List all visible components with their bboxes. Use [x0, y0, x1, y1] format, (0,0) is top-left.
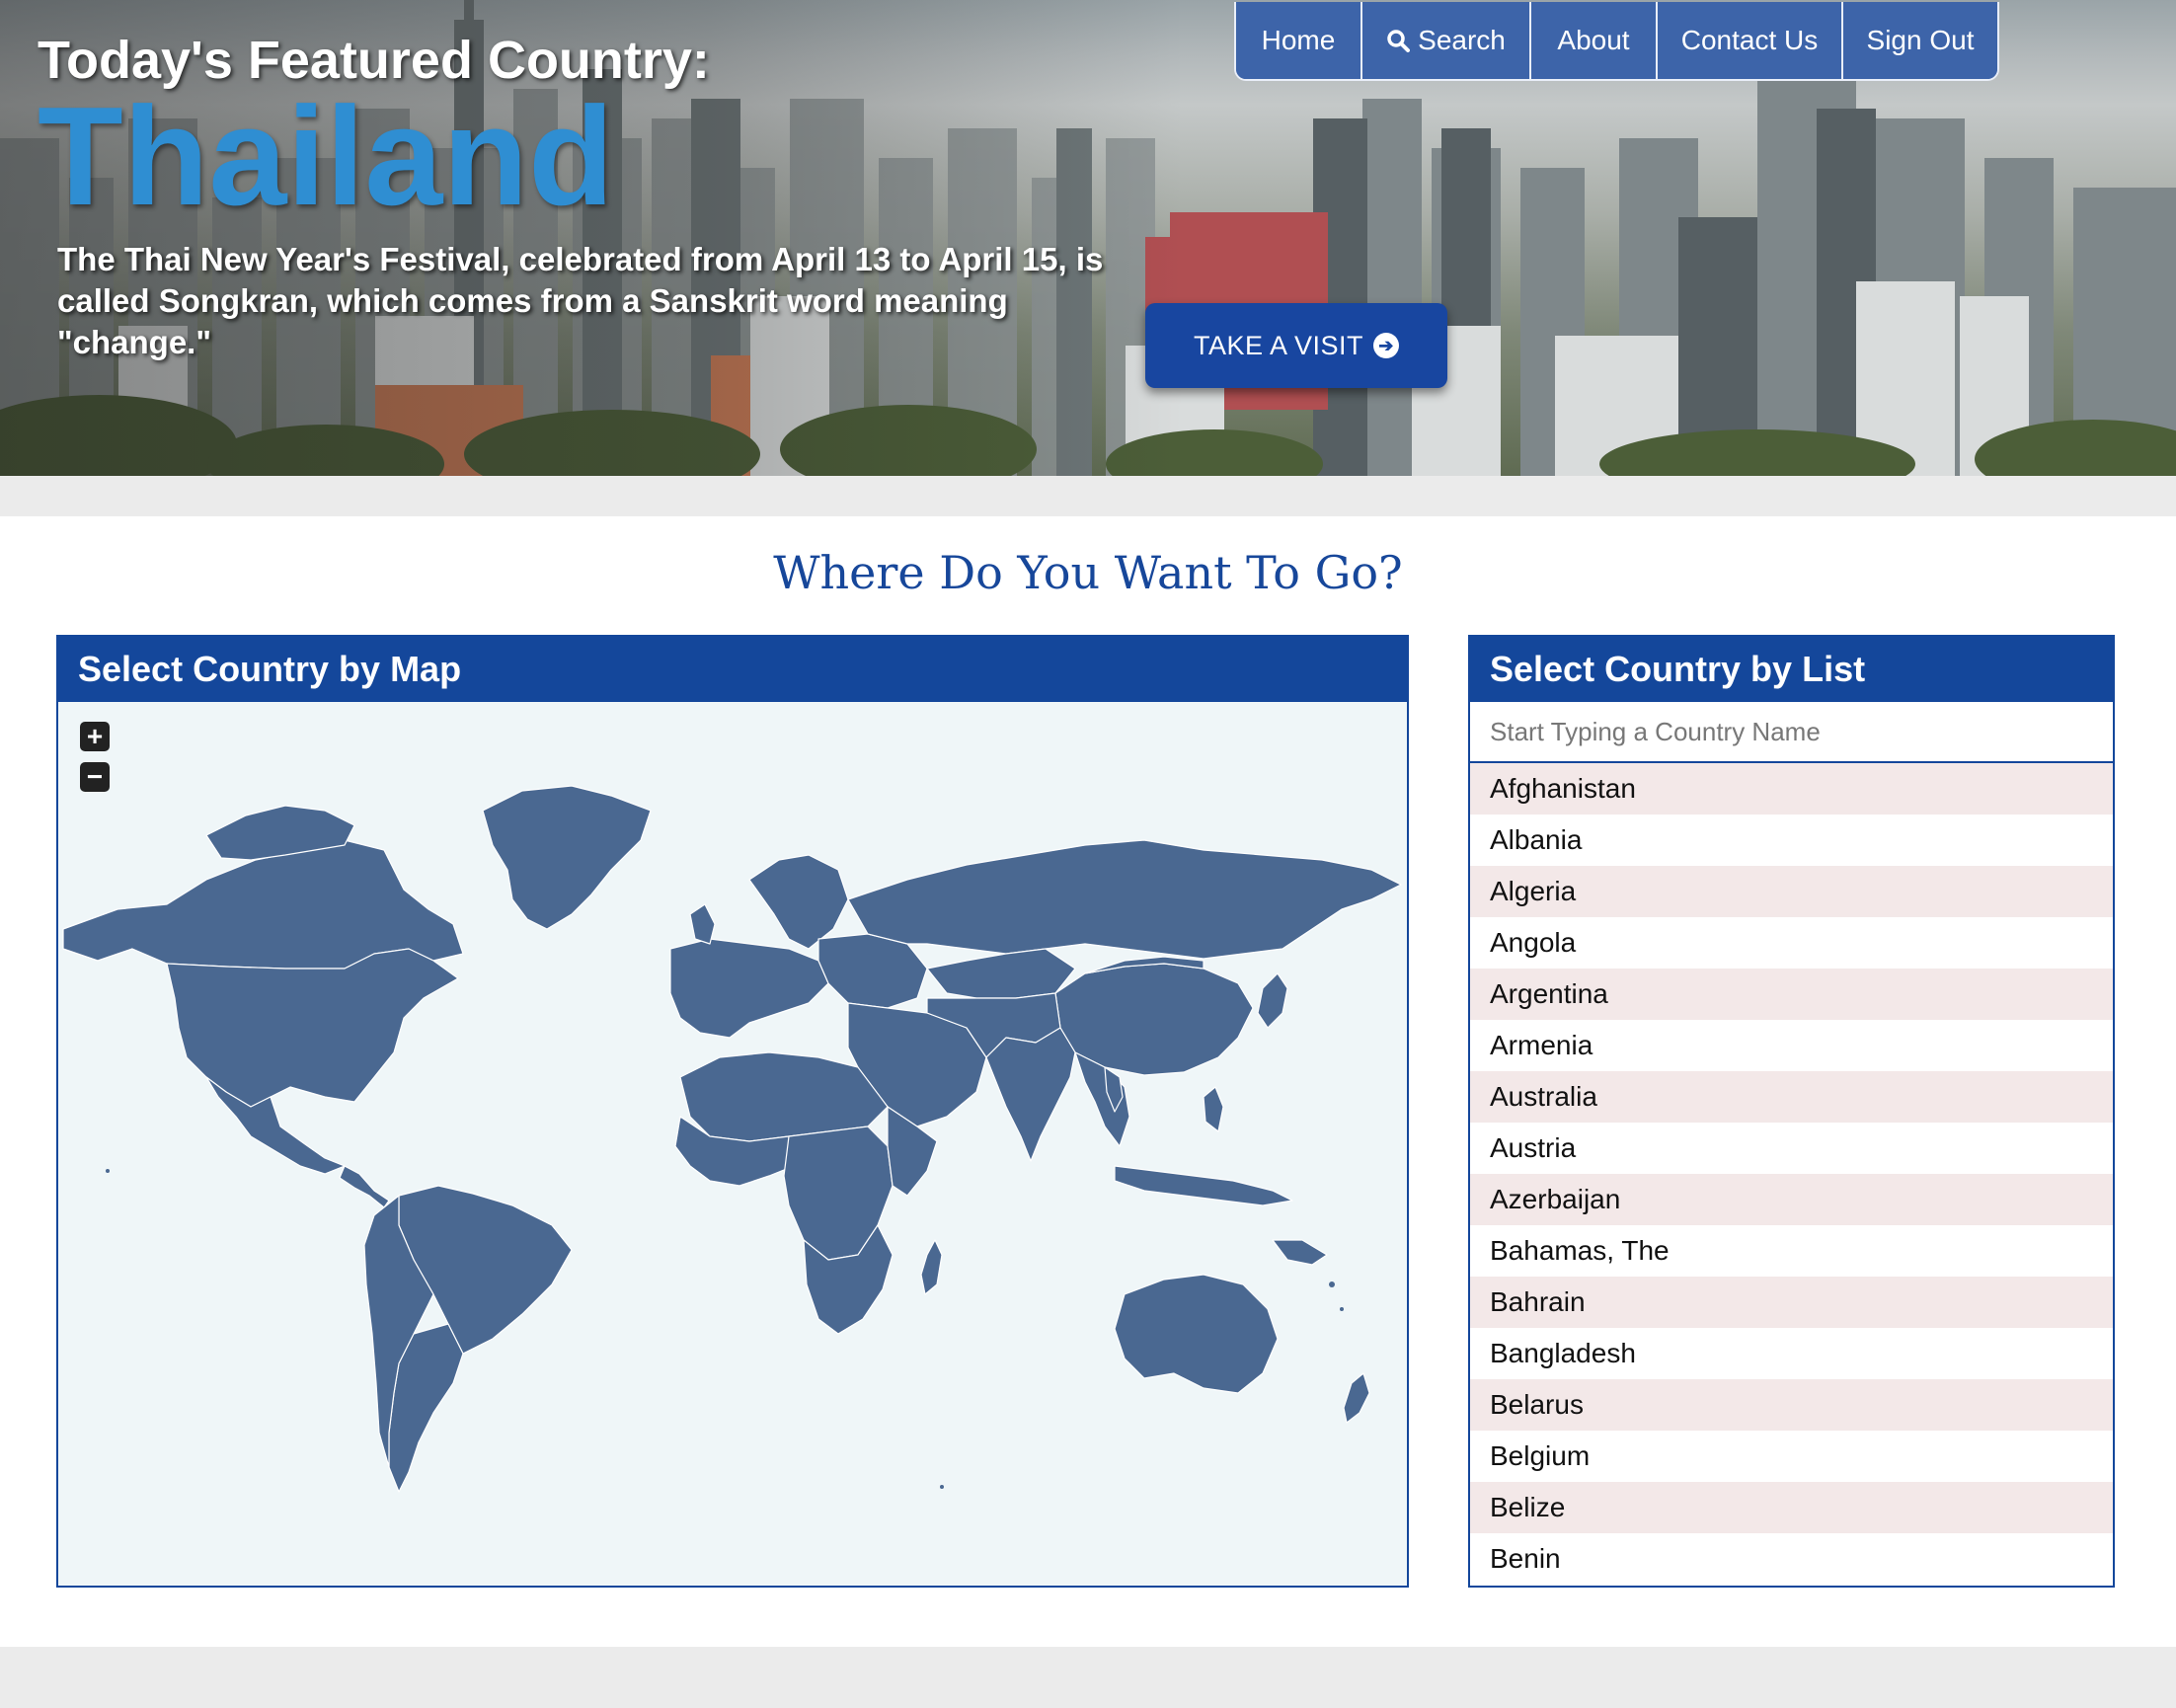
- hero-banner: Today's Featured Country: Thailand The T…: [0, 0, 2176, 476]
- country-list-item[interactable]: Azerbaijan: [1470, 1174, 2113, 1225]
- nav-about-label: About: [1557, 25, 1630, 55]
- nav-sign-out[interactable]: Sign Out: [1843, 2, 1997, 79]
- map-country-new-zealand: [1343, 1372, 1370, 1424]
- country-list-item[interactable]: Afghanistan: [1470, 763, 2113, 815]
- country-list-item[interactable]: Benin: [1470, 1533, 2113, 1585]
- country-list-item[interactable]: Angola: [1470, 917, 2113, 969]
- country-list-item[interactable]: Bahamas, The: [1470, 1225, 2113, 1277]
- map-country-papua-new-guinea: [1272, 1239, 1328, 1266]
- map-country-japan: [1257, 972, 1288, 1029]
- zoom-in-button[interactable]: +: [80, 722, 110, 751]
- section-title: Where Do You Want To Go?: [773, 546, 1403, 599]
- map-country-kazakhstan: [926, 948, 1076, 999]
- main-section: Where Do You Want To Go? Select Country …: [0, 516, 2176, 1647]
- nav-search-label: Search: [1418, 25, 1506, 55]
- country-list-item[interactable]: Australia: [1470, 1071, 2113, 1123]
- nav-contact-label: Contact Us: [1680, 25, 1819, 55]
- map-panel: Select Country by Map + −: [56, 635, 1409, 1588]
- map-country-australia: [1114, 1274, 1279, 1394]
- country-list-item[interactable]: Belize: [1470, 1482, 2113, 1533]
- list-panel-header: Select Country by List: [1470, 637, 2113, 702]
- country-list-item[interactable]: Bahrain: [1470, 1277, 2113, 1328]
- map-region-western-europe: [669, 938, 829, 1039]
- nav-contact-us[interactable]: Contact Us: [1658, 2, 1843, 79]
- country-list-item[interactable]: Belarus: [1470, 1379, 2113, 1431]
- map-country-greenland: [482, 785, 652, 930]
- nav-signout-label: Sign Out: [1866, 25, 1975, 55]
- list-panel: Select Country by List AfghanistanAlbani…: [1468, 635, 2115, 1588]
- map-country-russia: [847, 839, 1402, 960]
- map-region-philippines: [1203, 1086, 1224, 1132]
- map-region-indonesia: [1114, 1165, 1293, 1206]
- country-list-item[interactable]: Algeria: [1470, 866, 2113, 917]
- take-a-visit-button[interactable]: TAKE A VISIT ➔: [1145, 303, 1447, 388]
- map-country-india: [985, 1027, 1076, 1162]
- nav-home-label: Home: [1261, 25, 1336, 55]
- country-search-input[interactable]: [1470, 702, 2113, 763]
- take-a-visit-label: TAKE A VISIT: [1193, 330, 1364, 360]
- nav-search[interactable]: Search: [1362, 2, 1531, 79]
- zoom-out-button[interactable]: −: [80, 762, 110, 792]
- magnifier-icon: [1387, 30, 1411, 52]
- featured-country-name[interactable]: Thailand: [38, 87, 614, 227]
- map-country-madagascar: [920, 1239, 943, 1295]
- country-list[interactable]: Afghanistan Albania Algeria Angola Argentina…: [1470, 763, 2113, 1586]
- country-list-item[interactable]: Bangladesh: [1470, 1328, 2113, 1379]
- country-fact: The Thai New Year's Festival, celebrated…: [57, 241, 1104, 360]
- map-country-uk: [689, 903, 716, 945]
- country-list-item[interactable]: Armenia: [1470, 1020, 2113, 1071]
- map-panel-header: Select Country by Map: [58, 637, 1407, 702]
- country-list-item[interactable]: Albania: [1470, 815, 2113, 866]
- world-map-shapes: [62, 785, 1402, 1493]
- country-list-item[interactable]: Argentina: [1470, 969, 2113, 1020]
- nav-about[interactable]: About: [1531, 2, 1658, 79]
- world-map[interactable]: + −: [58, 702, 1407, 1586]
- country-list-item[interactable]: Austria: [1470, 1123, 2113, 1174]
- country-list-item[interactable]: Belgium: [1470, 1431, 2113, 1482]
- map-region-eastern-europe: [817, 933, 928, 1009]
- map-region-scandinavia: [748, 854, 849, 950]
- map-region-central-america: [339, 1165, 390, 1208]
- arrow-circle-right-icon: ➔: [1373, 333, 1400, 358]
- top-nav: Home Search About Contact Us Sign Out: [1234, 2, 1999, 81]
- map-country-brazil: [398, 1185, 573, 1355]
- nav-home[interactable]: Home: [1236, 2, 1362, 79]
